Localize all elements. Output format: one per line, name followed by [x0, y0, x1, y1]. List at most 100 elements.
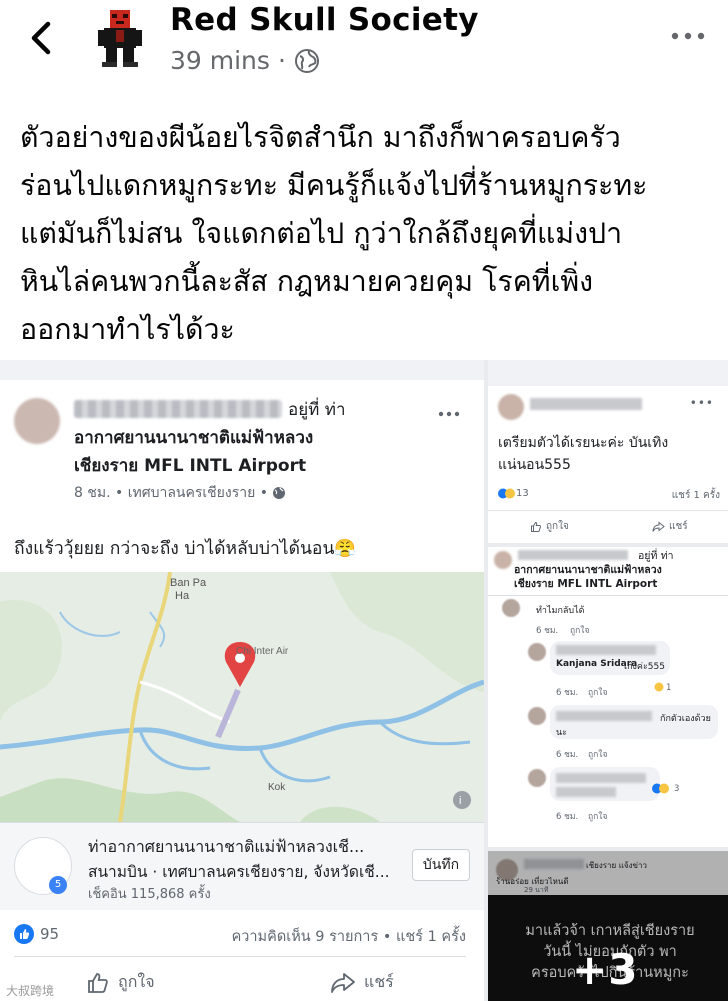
- map-label-banpa: Ban Pa: [170, 577, 207, 589]
- page-avatar[interactable]: [86, 4, 154, 72]
- meta-separator: ·: [277, 46, 286, 75]
- map-label-ha: Ha: [175, 590, 190, 602]
- more-photos-count[interactable]: +3: [572, 945, 638, 994]
- blurred-text: [556, 787, 616, 797]
- like-button[interactable]: ถูกใจ: [86, 970, 155, 995]
- airport-logo: 5: [14, 837, 72, 895]
- comment-text: กักตัวเองด้วย: [660, 714, 711, 724]
- share-label: แชร์: [364, 972, 394, 991]
- blurred-avatar: [494, 551, 512, 569]
- post-line-2: ร่อนไปแดกหมูกระทะ มีคนรู้ก็แจ้งไปที่ร้าน…: [20, 169, 648, 202]
- chevron-left-icon: [31, 21, 51, 55]
- thumbs-up-icon: [88, 972, 108, 993]
- comment-like[interactable]: ถูกใจ: [570, 623, 589, 637]
- reaction-icon: [654, 682, 664, 692]
- comment-time: 6 ชม.: [556, 750, 579, 760]
- reaction-stats: 95 ความคิดเห็น 9 รายการ • แชร์ 1 ครั้ง: [0, 910, 484, 956]
- share-arrow-icon: [652, 520, 665, 532]
- share-button[interactable]: แชร์: [652, 519, 688, 534]
- reaction-count[interactable]: 95: [40, 925, 59, 943]
- more-horizontal-icon: [438, 411, 460, 417]
- post-time[interactable]: 39 mins: [170, 46, 270, 75]
- comment-text: เก่งค่ะ555: [624, 662, 665, 672]
- reaction-count: 13: [516, 488, 529, 499]
- logo-badge: 5: [49, 876, 67, 894]
- divider: [488, 595, 728, 596]
- red-skull-figure-icon: [86, 4, 154, 72]
- more-horizontal-icon: [671, 32, 705, 40]
- comment-like[interactable]: ถูกใจ: [588, 685, 607, 699]
- post-body: ตัวอย่างของผีน้อยไรจิตสำนึก มาถึงก็พาครอ…: [20, 114, 710, 354]
- comment-text-2: นะ: [556, 728, 567, 738]
- place-card[interactable]: 5 ท่าอากาศยานนานาชาติแม่ฟ้าหลวงเชี... สน…: [0, 822, 484, 910]
- map-graphic: Ban Pa Ha Chi Inter Air Kok i: [0, 572, 484, 822]
- place-checkins: เช็คอิน 115,868 ครั้ง: [88, 887, 211, 902]
- checkin-at: อยู่ที่ ท่า: [288, 400, 346, 420]
- share-arrow-icon: [331, 972, 355, 993]
- checkin-location-1: อากาศยานนานาชาติแม่ฟ้าหลวง: [514, 564, 662, 576]
- blurred-avatar: [14, 398, 60, 444]
- gallery-photo-1[interactable]: อยู่ที่ ท่า อากาศยานนานาชาติแม่ฟ้าหลวง เ…: [0, 360, 484, 1001]
- blurred-text: [556, 711, 652, 721]
- shared-post-text: ถึงแร้ววุ้ยยย กว่าจะถึง บ่าได้หลับบ่าได้…: [14, 539, 357, 559]
- comment-like[interactable]: ถูกใจ: [588, 809, 607, 823]
- location-map[interactable]: Ban Pa Ha Chi Inter Air Kok i: [0, 572, 484, 822]
- thumbs-up-icon: [531, 521, 541, 532]
- like-button[interactable]: ถูกใจ: [530, 519, 569, 534]
- comment-text: เตรียมตัวได้เรยนะค่ะ บันเทิงแน่นอน555: [498, 435, 669, 473]
- map-label-airport: Chi Inter Air: [236, 646, 289, 657]
- blurred-text: [556, 645, 656, 655]
- post-line-1: ตัวอย่างของผีน้อยไรจิตสำนึก มาถึงก็พาครอ…: [20, 121, 621, 154]
- comment-avatar: [528, 643, 546, 661]
- more-options-button[interactable]: [670, 28, 706, 44]
- gallery-photo-2[interactable]: ••• เตรียมตัวได้เรยนะค่ะ บันเทิงแน่นอน55…: [488, 360, 728, 543]
- comment-time: 6 ชม.: [556, 812, 579, 822]
- like-label: ถูกใจ: [546, 521, 569, 532]
- back-button[interactable]: [22, 14, 62, 62]
- reaction-icons: [498, 488, 515, 499]
- comment-avatar: [502, 599, 520, 617]
- checkin-location-2: เชียงราย MFL INTL Airport: [514, 578, 658, 590]
- share-button[interactable]: แชร์: [330, 970, 394, 995]
- map-label-kok: Kok: [268, 782, 286, 793]
- more-horizontal-icon: •••: [689, 396, 714, 410]
- blurred-text: [556, 773, 646, 783]
- reaction-count: 3: [674, 784, 680, 794]
- gallery-photo-3[interactable]: อยู่ที่ ท่า อากาศยานนานาชาติแม่ฟ้าหลวง เ…: [488, 547, 728, 847]
- reaction-count: 1: [666, 683, 672, 693]
- save-button[interactable]: บันทึก: [412, 849, 470, 881]
- blurred-name: [518, 550, 628, 560]
- action-bar: ถูกใจ แชร์: [488, 510, 728, 538]
- blurred-name: [530, 398, 642, 410]
- share-label: แชร์: [669, 521, 688, 532]
- watermark: 大叔跨境: [6, 984, 55, 998]
- comment-avatar: [528, 707, 546, 725]
- share-count: แชร์ 1 ครั้ง: [671, 490, 720, 501]
- checkin-location-2: เชียงราย MFL INTL Airport: [74, 456, 307, 476]
- checkin-sub: 8 ชม. • เทศบาลนครเชียงราย •: [74, 482, 286, 504]
- post-line-4: หินไล่คนพวกนี้ละสัส กฎหมายควยคุม โรคที่เ…: [20, 265, 594, 298]
- comments-shares[interactable]: ความคิดเห็น 9 รายการ • แชร์ 1 ครั้ง: [232, 925, 466, 948]
- checkin-header: อยู่ที่ ท่า อากาศยานนานาชาติแม่ฟ้าหลวง เ…: [74, 396, 374, 480]
- comment-text: ทำไมกลับได้: [536, 606, 585, 616]
- checkin-sub-text: 8 ชม. • เทศบาลนครเชียงราย •: [74, 485, 268, 501]
- comment-time: 6 ชม.: [556, 688, 579, 698]
- svg-text:i: i: [459, 795, 461, 807]
- checkin-location-1: อากาศยานนานาชาติแม่ฟ้าหลวง: [74, 428, 314, 448]
- post-line-3: แต่มันก็ไม่สน ใจแดกต่อไป กูว่าใกล้ถึงยุค…: [20, 217, 623, 250]
- screenshot-topbar: [488, 360, 728, 386]
- blurred-avatar: [498, 394, 524, 420]
- like-reaction-icon: [14, 924, 34, 944]
- globe-icon: [273, 487, 285, 499]
- page-title[interactable]: Red Skull Society: [170, 2, 479, 38]
- post-line-5: ออกมาทำไรได้วะ: [20, 313, 235, 346]
- globe-icon: [294, 48, 319, 73]
- comment-like[interactable]: ถูกใจ: [588, 747, 607, 761]
- comment-time: 6 ชม.: [536, 626, 559, 636]
- divider: [14, 956, 466, 957]
- photo-gallery: อยู่ที่ ท่า อากาศยานนานาชาติแม่ฟ้าหลวง เ…: [0, 360, 728, 1001]
- reaction-icons: [652, 783, 669, 794]
- post-meta: 39 mins ·: [170, 46, 320, 75]
- shared-post-card: อยู่ที่ ท่า อากาศยานนานาชาติแม่ฟ้าหลวง เ…: [0, 380, 484, 1001]
- place-name: ท่าอากาศยานนานาชาติแม่ฟ้าหลวงเชี...: [88, 837, 365, 856]
